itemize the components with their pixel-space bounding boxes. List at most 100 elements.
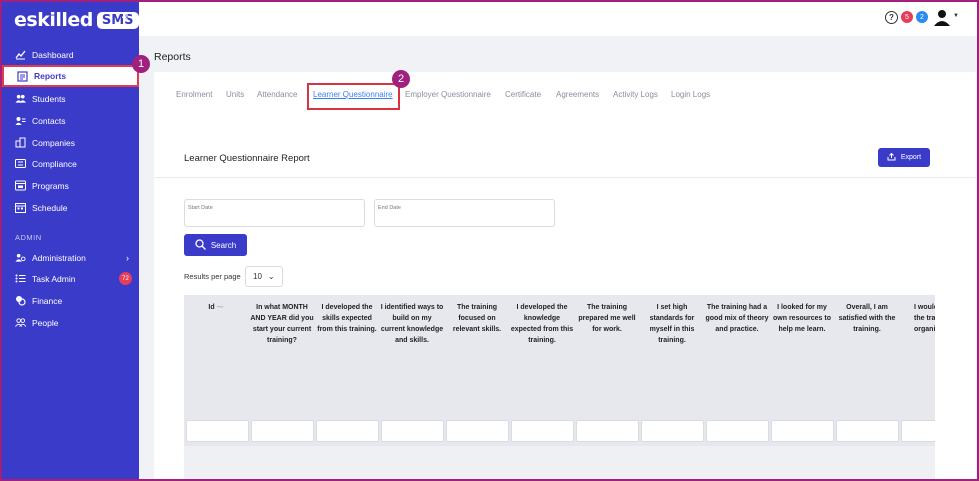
results-per-page-select[interactable]: 10 ⌄ — [245, 266, 283, 287]
tab-agreements[interactable]: Agreements — [556, 90, 599, 99]
sidebar-item-label: Students — [32, 93, 66, 104]
main-content: Reports Enrolment Units Attendance Learn… — [139, 36, 979, 481]
sidebar-item-schedule[interactable]: Schedule — [0, 197, 139, 218]
search-label: Search — [210, 240, 237, 250]
coins-icon — [15, 295, 26, 306]
sidebar-item-label: Administration — [32, 252, 86, 263]
sidebar-item-reports[interactable]: Reports — [2, 65, 139, 87]
sidebar-item-label: Companies — [32, 137, 75, 148]
sidebar: eskilled SMS « Dashboard Reports Student… — [0, 0, 139, 481]
compliance-icon — [15, 158, 26, 169]
calendar-icon — [15, 202, 26, 213]
logo[interactable]: eskilled SMS — [14, 9, 139, 31]
tab-employer-questionnaire[interactable]: Employer Questionnaire — [405, 90, 491, 99]
task-count-badge: 72 — [119, 272, 132, 285]
export-icon — [887, 152, 896, 163]
divider — [154, 177, 976, 178]
sidebar-item-students[interactable]: Students — [0, 88, 139, 109]
tab-certificate[interactable]: Certificate — [505, 90, 541, 99]
filter-input[interactable] — [901, 420, 935, 442]
sidebar-item-label: People — [32, 317, 59, 328]
report-icon — [17, 70, 28, 82]
contact-icon — [15, 115, 26, 126]
sidebar-item-companies[interactable]: Companies — [0, 132, 139, 153]
user-avatar-icon[interactable] — [933, 9, 951, 31]
filter-input[interactable] — [251, 420, 314, 442]
column-header[interactable]: I looked for my own resources to help me… — [770, 302, 834, 335]
column-header[interactable]: I set high standards for myself in this … — [640, 302, 704, 346]
end-date-field[interactable]: End Date — [374, 199, 555, 227]
list-icon — [15, 273, 26, 284]
column-header[interactable]: Overall, I am satisfied with the trainin… — [835, 302, 899, 335]
collapse-sidebar-button[interactable]: « — [121, 10, 129, 25]
sidebar-item-programs[interactable]: Programs — [0, 175, 139, 196]
column-header[interactable]: I developed the skills expected from thi… — [315, 302, 379, 335]
filter-input[interactable] — [186, 420, 249, 442]
logo-badge: SMS — [96, 11, 139, 29]
sidebar-item-label: Compliance — [32, 158, 77, 169]
sidebar-item-label: Contacts — [32, 115, 66, 126]
sidebar-item-label: Finance — [32, 295, 63, 306]
chevron-down-icon[interactable]: ▼ — [953, 13, 959, 19]
column-header-id[interactable]: Id ⁓ — [184, 302, 248, 313]
sidebar-item-task-admin[interactable]: Task Admin 72 — [0, 268, 139, 289]
column-header[interactable]: The training prepared me well for work. — [575, 302, 639, 335]
sidebar-item-dashboard[interactable]: Dashboard — [0, 44, 139, 65]
tab-activity-logs[interactable]: Activity Logs — [613, 90, 658, 99]
top-bar: ? 5 2 ▼ — [139, 0, 979, 36]
sidebar-item-label: Schedule — [32, 202, 68, 213]
users-icon — [15, 93, 26, 104]
tab-attendance[interactable]: Attendance — [257, 90, 297, 99]
results-per-page-label: Results per page — [184, 272, 241, 281]
filter-input[interactable] — [706, 420, 769, 442]
sidebar-item-compliance[interactable]: Compliance — [0, 153, 139, 174]
sidebar-item-finance[interactable]: Finance — [0, 290, 139, 311]
column-header[interactable]: I developed the knowledge expected from … — [510, 302, 574, 346]
notification-badge-blue[interactable]: 2 — [916, 11, 928, 23]
table-body — [184, 446, 935, 481]
column-header[interactable]: The training focused on relevant skills. — [445, 302, 509, 335]
help-icon[interactable]: ? — [885, 11, 898, 24]
programs-icon — [15, 180, 26, 191]
results-per-page-value: 10 — [253, 272, 262, 281]
end-date-placeholder: End Date — [378, 205, 401, 211]
tab-login-logs[interactable]: Login Logs — [671, 90, 710, 99]
search-icon — [195, 238, 206, 252]
notification-badge-red[interactable]: 5 — [901, 11, 913, 23]
export-label: Export — [900, 154, 922, 161]
sidebar-section-admin: ADMIN — [15, 233, 42, 242]
column-header[interactable]: The training had a good mix of theory an… — [705, 302, 769, 335]
filter-input[interactable] — [641, 420, 704, 442]
column-header[interactable]: I identified ways to build on my current… — [380, 302, 444, 346]
filter-input[interactable] — [771, 420, 834, 442]
export-button[interactable]: Export — [878, 148, 930, 167]
sort-icon: ⁓ — [216, 304, 224, 311]
report-card: Learner Questionnaire Report Export Star… — [154, 126, 976, 481]
column-header[interactable]: I would recommend the training organisat… — [900, 302, 935, 335]
start-date-placeholder: Start Date — [188, 205, 213, 211]
sidebar-item-administration[interactable]: Administration › — [0, 247, 139, 268]
tab-enrolment[interactable]: Enrolment — [176, 90, 212, 99]
report-title: Learner Questionnaire Report — [184, 153, 310, 164]
annotation-step-2: 2 — [392, 70, 410, 88]
column-header[interactable]: In what MONTH AND YEAR did you start you… — [250, 302, 314, 346]
sidebar-item-label: Dashboard — [32, 49, 74, 60]
filter-input[interactable] — [446, 420, 509, 442]
sidebar-item-label: Task Admin — [32, 273, 76, 284]
filter-input[interactable] — [836, 420, 899, 442]
filter-input[interactable] — [381, 420, 444, 442]
tab-highlight-box — [307, 83, 400, 110]
building-icon — [15, 137, 26, 148]
sidebar-item-people[interactable]: People — [0, 312, 139, 333]
annotation-step-1: 1 — [132, 55, 150, 73]
filter-input[interactable] — [316, 420, 379, 442]
filter-input[interactable] — [511, 420, 574, 442]
start-date-field[interactable]: Start Date — [184, 199, 365, 227]
filter-input[interactable] — [576, 420, 639, 442]
logo-text: eskilled — [14, 9, 93, 31]
search-button[interactable]: Search — [184, 234, 247, 256]
questionnaire-table: Id ⁓ In what MONTH AND YEAR did you star… — [184, 295, 935, 481]
sidebar-item-contacts[interactable]: Contacts — [0, 110, 139, 131]
tab-units[interactable]: Units — [226, 90, 244, 99]
admin-icon — [15, 252, 26, 263]
